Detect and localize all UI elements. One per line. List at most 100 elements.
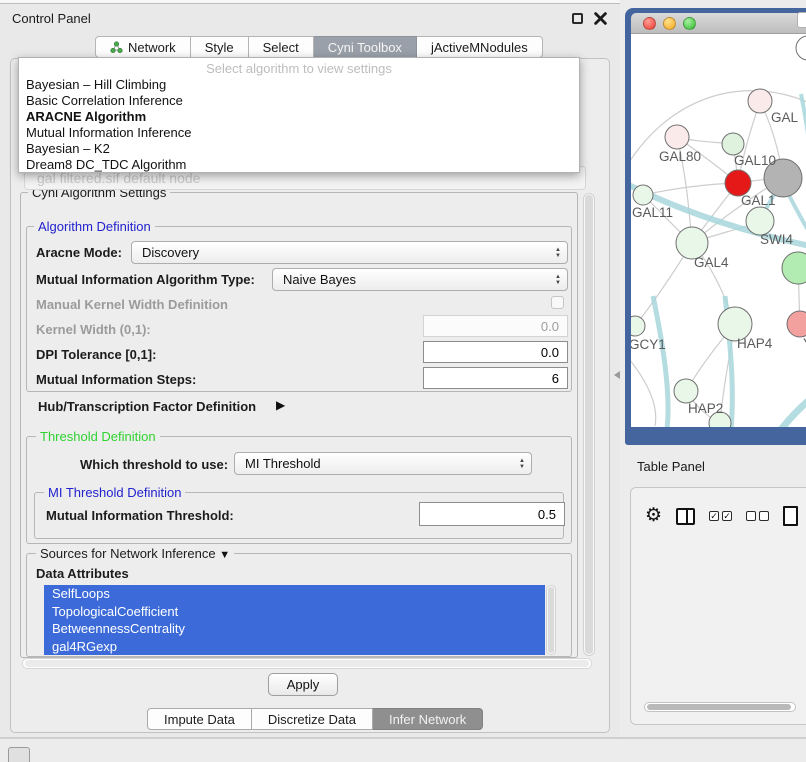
mi-type-value: Naive Bayes [283, 272, 555, 287]
mi-threshold-label: Mutual Information Threshold: [46, 508, 234, 523]
kernel-width-input[interactable]: 0.0 [423, 315, 568, 337]
network-node-gal80[interactable] [665, 125, 689, 149]
dropdown-item[interactable]: Mutual Information Inference [19, 125, 579, 141]
network-node-label: GAL1 [741, 193, 776, 208]
tab-jactivemnodules[interactable]: jActiveMNodules [417, 36, 543, 58]
settings-vertical-scrollbar[interactable] [583, 193, 595, 656]
tab-discretize-data[interactable]: Discretize Data [252, 708, 373, 730]
gear-icon[interactable]: ⚙ [645, 506, 662, 526]
network-window-titlebar[interactable] [631, 13, 806, 34]
network-node[interactable] [796, 36, 806, 60]
dropdown-item[interactable]: Bayesian – Hill Climbing [19, 77, 579, 93]
network-node-label: GCY1 [631, 337, 666, 352]
table-viewport: shared...name YDL19...YDL19...13YDR27...… [642, 538, 806, 704]
network-node-label: HAP2 [688, 401, 723, 416]
application-window: Control Panel Network Style Select Cyni Too… [0, 0, 806, 762]
mi-type-label: Mutual Information Algorithm Type: [36, 272, 255, 287]
table-panel-title: Table Panel [637, 459, 705, 474]
kernel-width-label: Kernel Width (0,1): [36, 322, 151, 337]
birdseye-view-control[interactable] [797, 12, 806, 28]
combo-stepper-icon [555, 274, 561, 286]
manual-kernel-checkbox[interactable] [551, 296, 564, 309]
network-node-swi4[interactable] [746, 207, 774, 235]
tab-impute-data[interactable]: Impute Data [147, 708, 252, 730]
docked-panel-button[interactable] [8, 747, 30, 762]
table-horizontal-scrollbar[interactable] [644, 702, 796, 712]
tab-select[interactable]: Select [249, 36, 314, 58]
select-all-icon[interactable]: ✓✓ [709, 511, 732, 521]
control-panel: Control Panel Network Style Select Cyni Too… [0, 0, 620, 737]
close-traffic-light-icon[interactable] [643, 17, 656, 30]
network-canvas[interactable]: GALGAL80GAL10GAL1GAL11SWI4GAL4GCY1HAP4YH… [631, 34, 806, 427]
network-node-label: GAL4 [694, 255, 729, 270]
apply-button[interactable]: Apply [268, 673, 338, 696]
tab-cyni-toolbox[interactable]: Cyni Toolbox [314, 36, 417, 58]
column-layout-icon[interactable] [676, 508, 695, 525]
minimize-traffic-light-icon[interactable] [663, 17, 676, 30]
combo-stepper-icon [555, 247, 561, 259]
tab-network[interactable]: Network [95, 36, 191, 58]
attribute-list-item[interactable]: gal4RGexp [44, 638, 545, 656]
bottom-divider [0, 737, 806, 739]
tab-label: Network [128, 40, 176, 55]
network-node-y[interactable] [787, 311, 806, 337]
attribute-list-scrollbar[interactable] [546, 585, 556, 655]
mi-type-combo[interactable]: Naive Bayes [272, 268, 568, 291]
network-node-gal11[interactable] [633, 185, 653, 205]
tab-style[interactable]: Style [191, 36, 249, 58]
which-threshold-label: Which threshold to use: [80, 457, 228, 472]
network-node-gcy1[interactable] [631, 316, 645, 336]
control-panel-title: Control Panel [12, 11, 91, 26]
algorithm-dropdown-popup: Select algorithm to view settings Bayesi… [18, 57, 580, 173]
which-threshold-value: MI Threshold [245, 456, 519, 471]
tab-label: jActiveMNodules [431, 40, 528, 55]
aracne-mode-combo[interactable]: Discovery [131, 241, 568, 264]
mi-threshold-input[interactable]: 0.5 [419, 502, 565, 526]
zoom-traffic-light-icon[interactable] [683, 17, 696, 30]
network-node[interactable] [782, 252, 806, 284]
tab-label: Cyni Toolbox [328, 40, 402, 55]
dropdown-item[interactable]: Dream8 DC_TDC Algorithm [19, 157, 579, 173]
collapse-down-icon[interactable]: ▼ [219, 549, 230, 561]
data-attributes-label: Data Attributes [36, 566, 129, 581]
network-view-window: GALGAL80GAL10GAL1GAL11SWI4GAL4GCY1HAP4YH… [625, 8, 806, 445]
combo-stepper-icon [519, 458, 525, 470]
deselect-all-icon[interactable] [746, 511, 769, 521]
network-node-label: GAL [771, 110, 799, 125]
dropdown-item[interactable]: Bayesian – K2 [19, 141, 579, 157]
algorithm-definition-legend: Algorithm Definition [34, 219, 155, 234]
panel-splitter-arrow[interactable] [614, 371, 620, 379]
dpi-tolerance-label: DPI Tolerance [0,1]: [36, 347, 156, 362]
expand-right-icon[interactable]: ▶ [276, 398, 285, 412]
network-node-label: SWI4 [760, 232, 793, 247]
settings-horizontal-scrollbar[interactable] [22, 658, 592, 669]
float-window-icon[interactable] [572, 13, 583, 24]
tab-label: Select [263, 40, 299, 55]
which-threshold-combo[interactable]: MI Threshold [234, 452, 532, 475]
sources-legend-text: Sources for Network Inference [40, 546, 216, 561]
attribute-list-item[interactable]: TopologicalCoefficient [44, 603, 545, 621]
control-panel-tabs: Network Style Select Cyni Toolbox jActiveMNo… [95, 36, 543, 58]
network-node-hap2[interactable] [674, 379, 698, 403]
panel-top-border [0, 0, 620, 4]
dpi-tolerance-input[interactable]: 0.0 [423, 341, 568, 363]
dropdown-item[interactable]: ARACNE Algorithm [19, 109, 579, 125]
sources-legend: Sources for Network Inference ▼ [36, 546, 234, 561]
dropdown-placeholder: Select algorithm to view settings [19, 60, 579, 77]
attribute-list-item[interactable]: SelfLoops [44, 585, 545, 603]
attribute-list-item[interactable]: BetweennessCentrality [44, 620, 545, 638]
dropdown-item[interactable]: Basic Correlation Inference [19, 93, 579, 109]
network-node-gal10[interactable] [722, 133, 744, 155]
data-attributes-list[interactable]: SelfLoopsTopologicalCoefficientBetweenne… [44, 585, 545, 655]
network-icon [110, 41, 123, 54]
mi-steps-input[interactable]: 6 [423, 367, 568, 389]
tab-infer-network[interactable]: Infer Network [373, 708, 483, 730]
network-node-gal[interactable] [748, 89, 772, 113]
close-icon[interactable] [594, 12, 607, 25]
aracne-mode-value: Discovery [142, 245, 555, 260]
mi-steps-label: Mutual Information Steps: [36, 372, 196, 387]
network-node-label: GAL80 [659, 149, 701, 164]
hub-definition-label[interactable]: Hub/Transcription Factor Definition [38, 399, 256, 414]
cyni-mode-tabs: Impute DataDiscretize DataInfer Network [147, 708, 483, 730]
document-icon[interactable] [783, 506, 798, 526]
